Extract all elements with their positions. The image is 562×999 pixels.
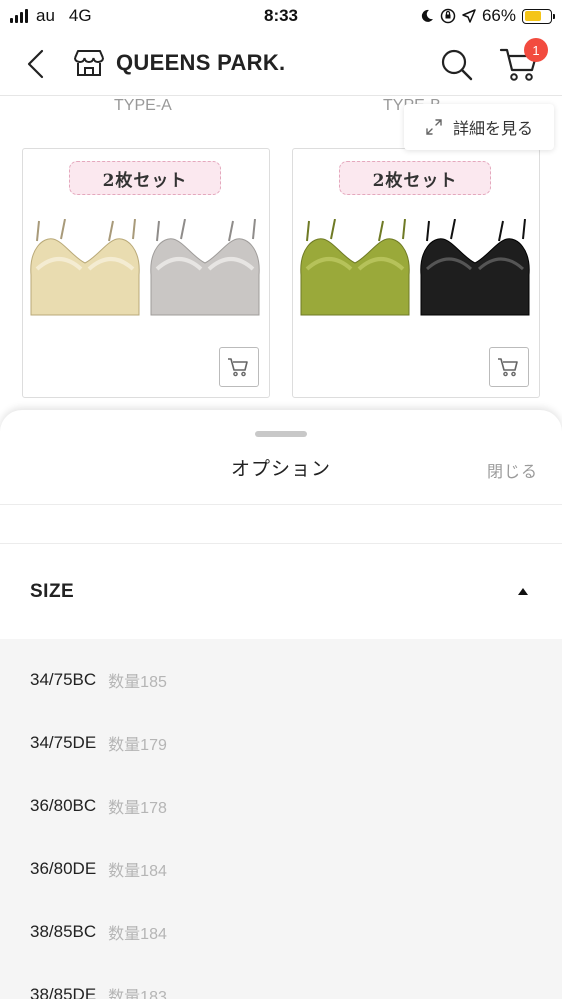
size-option-item[interactable]: 34/75DE 数量179: [0, 711, 562, 774]
sheet-drag-handle[interactable]: [255, 431, 307, 437]
size-option-quantity: 数量184: [108, 862, 167, 880]
add-to-cart-button-b[interactable]: [489, 347, 529, 387]
app-header: QUEENS PARK.: [0, 34, 562, 96]
size-option-label: 36/80BC: [30, 795, 97, 815]
size-option-label: 38/85BC: [30, 921, 97, 941]
back-arrow-icon: [27, 49, 44, 79]
brand-name: QUEENS PARK.: [116, 50, 286, 75]
divider: [0, 504, 562, 505]
battery-percent: 66%: [481, 6, 516, 25]
back-button[interactable]: [18, 46, 54, 82]
store-icon: [74, 50, 104, 76]
search-icon: [441, 49, 473, 81]
location-icon: [462, 9, 476, 23]
caret-up-icon: [518, 588, 528, 595]
view-details-button[interactable]: 詳細を見る: [404, 104, 554, 150]
options-sheet: オプション 閉じる SIZE 34/75BC 数量185 34/75DE 数量179 3…: [0, 410, 562, 999]
cart-count-badge: 1: [524, 38, 548, 62]
set-tag: 2枚セット: [69, 161, 221, 195]
view-details-label: 詳細を見る: [452, 121, 533, 138]
moon-icon: [421, 9, 433, 22]
size-section-header[interactable]: SIZE: [0, 544, 562, 639]
size-option-item[interactable]: 36/80BC 数量178: [0, 774, 562, 837]
size-option-quantity: 数量183: [108, 988, 167, 999]
bra-image-left: [300, 219, 410, 316]
size-option-label: 38/85DE: [30, 984, 97, 999]
size-option-label: 34/75BC: [30, 669, 97, 689]
bra-pair-image: [30, 219, 260, 316]
type-a-label: TYPE-A: [114, 97, 172, 114]
orientation-lock-icon: [440, 8, 456, 24]
size-option-quantity: 数量185: [108, 673, 167, 691]
size-option-quantity: 数量184: [108, 925, 167, 943]
product-card-type-a[interactable]: 2枚セット: [22, 148, 270, 398]
store-brand[interactable]: QUEENS PARK.: [72, 48, 285, 78]
size-option-item[interactable]: 34/75BC 数量185: [0, 648, 562, 711]
search-button[interactable]: [438, 46, 476, 84]
size-option-label: 36/80DE: [30, 858, 97, 878]
add-to-cart-button-a[interactable]: [219, 347, 259, 387]
size-option-item[interactable]: 38/85BC 数量184: [0, 900, 562, 963]
sheet-close-button[interactable]: 閉じる: [487, 458, 538, 482]
sheet-title: オプション: [230, 459, 331, 480]
size-option-quantity: 数量179: [108, 736, 167, 754]
expand-icon: [426, 119, 442, 135]
size-option-list: 34/75BC 数量185 34/75DE 数量179 36/80BC 数量178 36/8…: [0, 639, 562, 999]
small-cart-icon: [228, 358, 248, 377]
bra-pair-image: [300, 219, 530, 316]
status-bar: au 4G 8:33 66%: [0, 0, 562, 34]
small-cart-icon: [498, 358, 518, 377]
battery-fill: [524, 11, 541, 21]
status-right: 66%: [420, 6, 555, 26]
bra-image-right: [150, 219, 260, 316]
size-option-item[interactable]: 36/80DE 数量184: [0, 837, 562, 900]
set-tag: 2枚セット: [339, 161, 491, 195]
size-option-quantity: 数量178: [108, 799, 167, 817]
product-card-type-b[interactable]: 2枚セット: [292, 148, 540, 398]
bra-image-right: [420, 219, 530, 316]
size-option-label: 34/75DE: [30, 732, 97, 752]
battery-icon: [522, 8, 555, 24]
size-option-item[interactable]: 38/85DE 数量183: [0, 963, 562, 999]
size-section-title: SIZE: [30, 580, 75, 602]
bra-image-left: [30, 219, 140, 316]
